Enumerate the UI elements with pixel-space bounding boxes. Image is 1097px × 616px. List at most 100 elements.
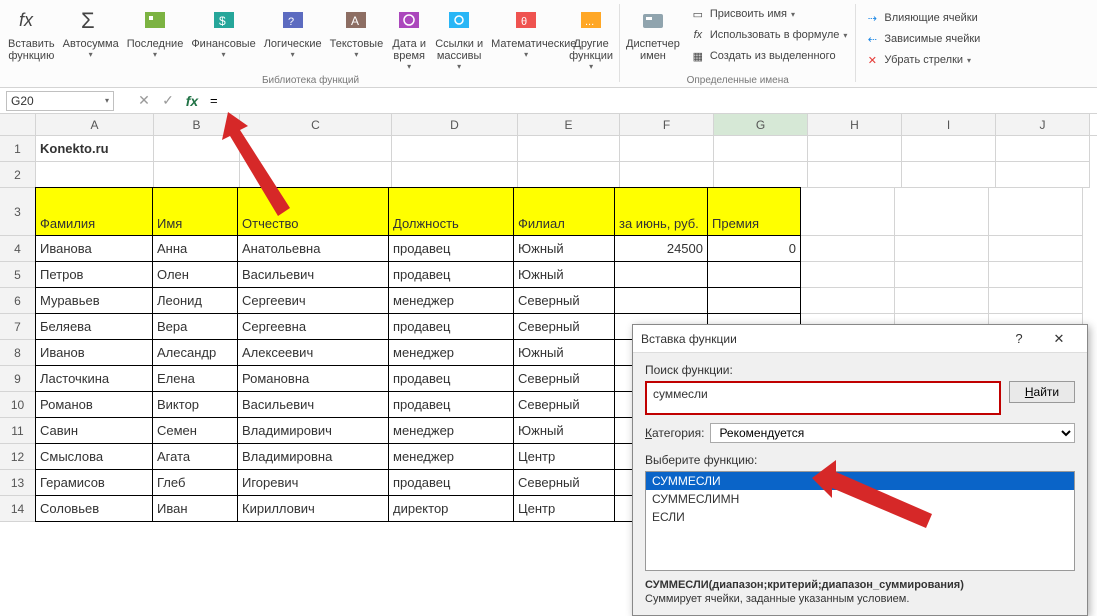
cell[interactable]: Смыслова bbox=[35, 443, 153, 470]
cell[interactable]: Леонид bbox=[152, 287, 238, 314]
cell[interactable] bbox=[902, 162, 996, 188]
fx-button[interactable]: fx bbox=[180, 90, 204, 112]
cell[interactable]: Северный bbox=[513, 469, 615, 496]
cell[interactable]: менеджер bbox=[388, 417, 514, 444]
cell[interactable] bbox=[895, 188, 989, 236]
row-header[interactable]: 6 bbox=[0, 288, 36, 314]
cell[interactable]: Анатольевна bbox=[237, 235, 389, 262]
cell[interactable] bbox=[36, 162, 154, 188]
cell[interactable] bbox=[714, 162, 808, 188]
cell[interactable]: Владимирович bbox=[237, 417, 389, 444]
financial-button[interactable]: $ Финансовые▾ bbox=[187, 2, 259, 62]
cell[interactable] bbox=[518, 136, 620, 162]
chevron-down-icon[interactable]: ▾ bbox=[105, 96, 109, 105]
cell[interactable]: Васильевич bbox=[237, 261, 389, 288]
cell[interactable] bbox=[614, 261, 708, 288]
row-header[interactable]: 8 bbox=[0, 340, 36, 366]
row-header[interactable]: 11 bbox=[0, 418, 36, 444]
cell[interactable]: Центр bbox=[513, 443, 615, 470]
cell[interactable]: Алексеевич bbox=[237, 339, 389, 366]
column-header[interactable]: E bbox=[518, 114, 620, 135]
cell[interactable] bbox=[895, 236, 989, 262]
row-header[interactable]: 12 bbox=[0, 444, 36, 470]
cell[interactable]: 24500 bbox=[614, 235, 708, 262]
cell[interactable] bbox=[392, 162, 518, 188]
column-header[interactable]: H bbox=[808, 114, 902, 135]
cell[interactable] bbox=[707, 287, 801, 314]
cell[interactable]: Сергеевна bbox=[237, 313, 389, 340]
row-header[interactable]: 2 bbox=[0, 162, 36, 188]
cell[interactable]: продавец bbox=[388, 391, 514, 418]
cell[interactable] bbox=[902, 136, 996, 162]
cell[interactable] bbox=[996, 162, 1090, 188]
cell[interactable]: Южный bbox=[513, 261, 615, 288]
row-header[interactable]: 4 bbox=[0, 236, 36, 262]
cell[interactable] bbox=[989, 262, 1083, 288]
cell[interactable]: Семен bbox=[152, 417, 238, 444]
trace-precedents-button[interactable]: ⇢Влияющие ячейки bbox=[862, 8, 982, 28]
cell[interactable] bbox=[240, 162, 392, 188]
cell[interactable] bbox=[996, 136, 1090, 162]
cell[interactable] bbox=[714, 136, 808, 162]
cell[interactable]: Муравьев bbox=[35, 287, 153, 314]
name-manager-button[interactable]: Диспетчер имен bbox=[622, 2, 684, 64]
cell[interactable] bbox=[989, 288, 1083, 314]
cell[interactable]: Кириллович bbox=[237, 495, 389, 522]
cell[interactable]: Северный bbox=[513, 365, 615, 392]
cell[interactable]: Северный bbox=[513, 391, 615, 418]
cell[interactable]: Филиал bbox=[513, 187, 615, 236]
cell[interactable]: Анна bbox=[152, 235, 238, 262]
cell[interactable]: Иванов bbox=[35, 339, 153, 366]
row-header[interactable]: 10 bbox=[0, 392, 36, 418]
close-button[interactable]: ✕ bbox=[1039, 326, 1079, 352]
cell[interactable]: Олен bbox=[152, 261, 238, 288]
row-header[interactable]: 5 bbox=[0, 262, 36, 288]
cell[interactable] bbox=[801, 288, 895, 314]
cell[interactable]: менеджер bbox=[388, 339, 514, 366]
cell[interactable]: продавец bbox=[388, 469, 514, 496]
cell[interactable]: Владимировна bbox=[237, 443, 389, 470]
cell[interactable]: Имя bbox=[152, 187, 238, 236]
cell[interactable]: Елена bbox=[152, 365, 238, 392]
column-header[interactable]: F bbox=[620, 114, 714, 135]
cell[interactable] bbox=[801, 188, 895, 236]
cell[interactable]: Соловьев bbox=[35, 495, 153, 522]
cell[interactable]: 0 bbox=[707, 235, 801, 262]
column-header[interactable]: G bbox=[714, 114, 808, 135]
cell[interactable]: Игоревич bbox=[237, 469, 389, 496]
cell[interactable] bbox=[895, 288, 989, 314]
function-list-item[interactable]: ЕСЛИ bbox=[646, 508, 1074, 526]
cell[interactable] bbox=[707, 261, 801, 288]
cell[interactable]: Алесандр bbox=[152, 339, 238, 366]
row-header[interactable]: 9 bbox=[0, 366, 36, 392]
insert-function-button[interactable]: fx Вставить функцию bbox=[4, 2, 59, 64]
row-header[interactable]: 14 bbox=[0, 496, 36, 522]
column-header[interactable]: C bbox=[240, 114, 392, 135]
create-from-selection-button[interactable]: ▦Создать из выделенного bbox=[688, 46, 850, 66]
cell[interactable] bbox=[240, 136, 392, 162]
lookup-button[interactable]: Ссылки и массивы▾ bbox=[431, 2, 487, 74]
recent-functions-button[interactable]: Последние▾ bbox=[123, 2, 188, 62]
cell[interactable] bbox=[989, 188, 1083, 236]
cell[interactable]: Сергеевич bbox=[237, 287, 389, 314]
cell[interactable]: продавец bbox=[388, 235, 514, 262]
cell[interactable]: директор bbox=[388, 495, 514, 522]
column-header[interactable]: J bbox=[996, 114, 1090, 135]
cell[interactable] bbox=[614, 287, 708, 314]
define-name-button[interactable]: ▭Присвоить имя ▾ bbox=[688, 4, 850, 24]
cancel-formula-button[interactable]: ✕ bbox=[132, 90, 156, 112]
text-button[interactable]: A Текстовые▾ bbox=[326, 2, 388, 62]
cell[interactable] bbox=[154, 162, 240, 188]
cell[interactable]: Васильевич bbox=[237, 391, 389, 418]
cell[interactable] bbox=[154, 136, 240, 162]
remove-arrows-button[interactable]: ✕Убрать стрелки ▾ bbox=[862, 50, 982, 70]
cell[interactable]: Северный bbox=[513, 287, 615, 314]
cell[interactable]: Фамилия bbox=[35, 187, 153, 236]
cell[interactable]: Южный bbox=[513, 417, 615, 444]
column-header[interactable]: B bbox=[154, 114, 240, 135]
function-list-item[interactable]: СУММЕСЛИ bbox=[646, 472, 1074, 490]
cell[interactable] bbox=[620, 136, 714, 162]
cell[interactable]: Герамисов bbox=[35, 469, 153, 496]
column-header[interactable]: I bbox=[902, 114, 996, 135]
column-header[interactable]: D bbox=[392, 114, 518, 135]
